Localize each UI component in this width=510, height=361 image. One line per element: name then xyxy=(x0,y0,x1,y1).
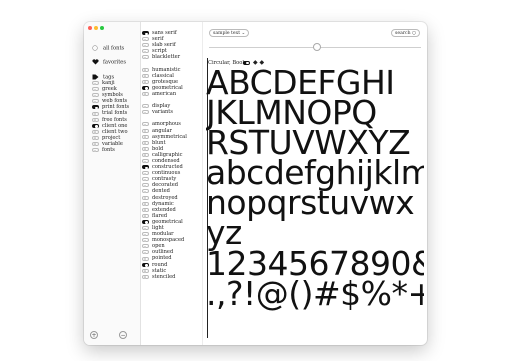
toggle-icon[interactable] xyxy=(142,79,149,84)
size-slider-thumb[interactable] xyxy=(313,43,322,51)
toggle-icon[interactable] xyxy=(92,129,99,134)
toggle-icon[interactable] xyxy=(142,110,149,115)
font-name: Circular, Book xyxy=(208,60,246,66)
search-placeholder: search xyxy=(395,31,411,36)
toggle-icon[interactable] xyxy=(243,60,250,65)
chevron-down-icon: ⌄ xyxy=(241,31,246,36)
toggle-icon[interactable] xyxy=(142,268,149,273)
sidebar-item-all-fonts[interactable]: all fonts xyxy=(92,45,124,52)
all-fonts-label: all fonts xyxy=(103,45,125,52)
toggle-icon[interactable] xyxy=(142,85,149,90)
remove-button[interactable]: − xyxy=(119,331,127,339)
toggle-icon[interactable] xyxy=(92,135,99,140)
filter-list: sans serif serif slab serif script blacklett… xyxy=(142,30,187,280)
sample-text-label: sample text xyxy=(213,31,241,36)
toggle-icon[interactable] xyxy=(92,117,99,122)
toggle-icon[interactable] xyxy=(92,93,99,98)
toggle-icon[interactable] xyxy=(142,238,149,243)
toggle-icon[interactable] xyxy=(142,67,149,72)
drop-icon[interactable]: ◆ xyxy=(260,59,265,66)
style-icons: ◆ ◆ xyxy=(243,59,264,66)
filter-label: stenciled xyxy=(152,273,176,280)
sidebar-item-favorites[interactable]: favorites xyxy=(92,59,126,66)
toggle-icon[interactable] xyxy=(92,148,99,153)
filter-item[interactable]: stenciled xyxy=(142,274,187,280)
sample-line: .,?!@()#$%*+- xyxy=(206,273,424,313)
toggle-icon[interactable] xyxy=(92,99,99,104)
toggle-icon[interactable] xyxy=(142,37,149,42)
toggle-icon[interactable] xyxy=(142,274,149,279)
toggle-icon[interactable] xyxy=(142,165,149,170)
toggle-icon[interactable] xyxy=(142,146,149,151)
toggle-icon[interactable] xyxy=(92,123,99,128)
filter-label: fonts xyxy=(102,147,115,154)
toggle-icon[interactable] xyxy=(142,189,149,194)
filter-label: american xyxy=(152,90,177,97)
toggle-icon[interactable] xyxy=(142,122,149,127)
toggle-icon[interactable] xyxy=(142,250,149,255)
toggle-icon[interactable] xyxy=(142,213,149,218)
filter-column: sans serif serif slab serif script blacklett… xyxy=(141,22,203,345)
sample-text-dropdown[interactable]: sample text ⌄ xyxy=(209,29,250,37)
toggle-icon[interactable] xyxy=(142,128,149,133)
sidebar: all fonts favorites tags kanji greek symbo… xyxy=(84,22,141,345)
preview-panel: sample text ⌄ search ○ Circular, Book ◆ … xyxy=(203,22,427,345)
zoom-window-button[interactable] xyxy=(100,26,104,30)
circle-icon xyxy=(92,45,99,51)
toggle-icon[interactable] xyxy=(92,141,99,146)
toggle-icon[interactable] xyxy=(92,105,99,110)
toggle-icon[interactable] xyxy=(142,232,149,237)
toggle-icon[interactable] xyxy=(142,55,149,60)
toggle-icon[interactable] xyxy=(142,43,149,48)
search-icon: ○ xyxy=(411,31,416,36)
toggle-icon[interactable] xyxy=(142,256,149,261)
toggle-icon[interactable] xyxy=(142,140,149,145)
toggle-icon[interactable] xyxy=(142,177,149,182)
toggle-icon[interactable] xyxy=(142,195,149,200)
filter-label: blackletter xyxy=(152,54,181,61)
heart-icon xyxy=(92,59,99,65)
toggle-icon[interactable] xyxy=(142,49,149,54)
toggle-icon[interactable] xyxy=(142,91,149,96)
tag-item[interactable]: fonts xyxy=(92,147,129,153)
favorites-label: favorites xyxy=(103,59,127,66)
toggle-icon[interactable] xyxy=(92,81,99,86)
toggle-icon[interactable] xyxy=(142,159,149,164)
app-window: all fonts favorites tags kanji greek symbo… xyxy=(84,22,427,345)
add-button[interactable]: + xyxy=(90,331,98,339)
filter-label: variants xyxy=(152,109,173,116)
toggle-icon[interactable] xyxy=(142,226,149,231)
close-window-button[interactable] xyxy=(88,26,92,30)
toggle-icon[interactable] xyxy=(142,104,149,109)
toggle-icon[interactable] xyxy=(142,31,149,36)
tag-list: kanji greek symbols web fonts print fonts tri… xyxy=(92,80,129,153)
toggle-icon[interactable] xyxy=(142,171,149,176)
sample-text: ABCDEFGHI JKLMNOPQ RSTUVWXYZ abcdefghijklm n… xyxy=(206,68,424,343)
toggle-icon[interactable] xyxy=(92,111,99,116)
search-input[interactable]: search ○ xyxy=(391,29,420,37)
toggle-icon[interactable] xyxy=(92,87,99,92)
drop-icon[interactable]: ◆ xyxy=(253,59,258,66)
toggle-icon[interactable] xyxy=(142,183,149,188)
toggle-icon[interactable] xyxy=(142,262,149,267)
toggle-icon[interactable] xyxy=(142,201,149,206)
toggle-icon[interactable] xyxy=(142,152,149,157)
toggle-icon[interactable] xyxy=(142,207,149,212)
toggle-icon[interactable] xyxy=(142,219,149,224)
toggle-icon[interactable] xyxy=(142,134,149,139)
toggle-icon[interactable] xyxy=(142,73,149,78)
toggle-icon[interactable] xyxy=(142,244,149,249)
minimize-window-button[interactable] xyxy=(94,26,98,30)
